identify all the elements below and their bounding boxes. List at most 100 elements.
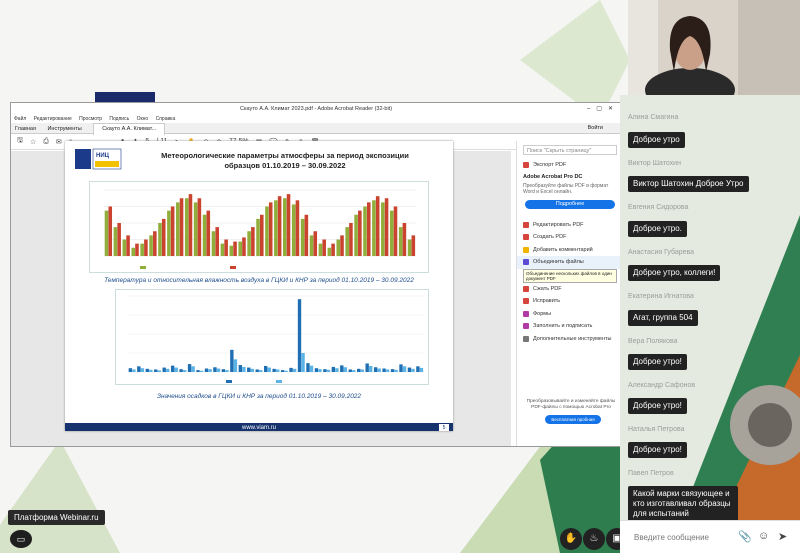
bar: [247, 231, 251, 256]
bar: [345, 227, 349, 256]
menu-help[interactable]: Справка: [156, 116, 176, 122]
caption-precipitation: Значения осадков в ГЦКИ и КНР за период …: [156, 393, 362, 400]
bar: [265, 206, 269, 256]
tab-home[interactable]: Главная: [15, 126, 36, 132]
bar: [284, 370, 288, 372]
bar: [213, 367, 217, 372]
chart-legend: [226, 380, 282, 383]
menu-view[interactable]: Просмотр: [79, 116, 102, 122]
send-icon[interactable]: ➤: [778, 530, 787, 543]
bar: [126, 235, 130, 256]
menu-edit[interactable]: Редактирование: [34, 116, 72, 122]
chat-input[interactable]: Введите сообщение: [634, 533, 709, 542]
bar: [419, 367, 424, 372]
tool-combine-files[interactable]: Объединить файлы: [517, 256, 621, 269]
free-trial-button[interactable]: Бесплатная пробная версия: [545, 415, 601, 431]
bar: [382, 368, 386, 372]
more-button[interactable]: Подробнее: [525, 199, 615, 209]
tab-document[interactable]: Скауто А.А. Климат...: [93, 123, 166, 135]
bar: [170, 206, 175, 256]
chat-message: Виктор Шатохин Доброе Утро: [628, 176, 749, 192]
fill-sign-icon: [523, 323, 529, 330]
precipitation-chart: [115, 289, 429, 385]
temperature-humidity-chart: [89, 181, 429, 273]
bar: [215, 227, 219, 256]
tool-compress[interactable]: Сжать PDF: [517, 283, 621, 296]
tool-create-pdf[interactable]: Создать PDF: [517, 231, 621, 244]
tool-add-comment[interactable]: Добавить комментарий: [517, 244, 621, 257]
chat-author: Вера Полякова: [628, 338, 678, 345]
document-viewport[interactable]: НИЦ Метеорологические параметры атмосфер…: [11, 141, 511, 446]
bar: [357, 368, 361, 372]
bar: [373, 367, 378, 372]
combine-tooltip: Объединение нескольких файлов в один док…: [523, 268, 617, 283]
screen-share-icon[interactable]: ▭: [10, 530, 32, 548]
window-controls[interactable]: –▢✕: [587, 103, 619, 115]
bar: [216, 368, 221, 372]
bar: [393, 206, 398, 256]
bar: [179, 198, 184, 256]
bar: [323, 369, 327, 372]
bar: [167, 210, 171, 256]
bar: [318, 243, 323, 256]
bar: [272, 368, 276, 372]
mail-icon[interactable]: ✉: [56, 138, 62, 146]
bar: [153, 231, 157, 256]
footer-url: www.viam.ru: [241, 425, 276, 431]
bar: [238, 241, 242, 256]
product-name: Adobe Acrobat Pro DC: [523, 173, 583, 180]
tool-forms[interactable]: Формы: [517, 308, 621, 321]
tab-tools[interactable]: Инструменты: [47, 126, 81, 132]
bar: [197, 198, 202, 256]
bar: [191, 366, 195, 372]
attach-icon[interactable]: 📎: [738, 530, 752, 543]
edit-pdf-icon: [523, 221, 529, 228]
tools-search-input[interactable]: Поиск "Скрыть страницу": [523, 145, 617, 155]
emoji-icon[interactable]: ☺: [758, 530, 769, 542]
bar: [327, 247, 332, 256]
slide-title: Метеорологические параметры атмосферы за…: [135, 151, 435, 171]
bar: [411, 235, 416, 256]
chat-author: Екатерина Игнатова: [628, 293, 694, 300]
bar: [157, 370, 161, 372]
hand-raise-icon[interactable]: ✋: [560, 528, 582, 550]
bar: [250, 368, 255, 372]
bar: [170, 365, 175, 372]
menu-sign[interactable]: Подпись: [109, 116, 129, 122]
bar: [256, 218, 260, 256]
bar: [336, 239, 341, 256]
signin-button[interactable]: Войти: [588, 123, 603, 134]
more-tools-icon: [523, 335, 529, 342]
bar: [187, 364, 192, 372]
save-icon[interactable]: 🖫: [17, 136, 23, 147]
bar: [179, 369, 183, 372]
chat-message: Доброе утро: [628, 132, 685, 148]
bar: [224, 239, 228, 256]
promo-text: Преобразуйте файлы PDF в формат Word и E…: [523, 182, 609, 195]
bar: [131, 247, 136, 256]
chat-message: Какой марки связующее и кто изготавливал…: [628, 486, 738, 522]
bar: [204, 368, 209, 372]
bar: [247, 367, 251, 372]
bar: [221, 369, 226, 372]
bookmark-icon[interactable]: ☆: [30, 138, 36, 146]
menu-file[interactable]: Файл: [14, 116, 26, 122]
bar: [411, 368, 415, 372]
tool-fill-sign[interactable]: Заполнить и подписать: [517, 320, 621, 333]
bar: [251, 227, 255, 256]
bar: [340, 365, 344, 372]
tool-more[interactable]: Дополнительные инструменты: [517, 333, 621, 346]
tool-fix[interactable]: Исправить: [517, 295, 621, 308]
menu-window[interactable]: Окно: [137, 116, 149, 122]
export-pdf-item[interactable]: Экспорт PDF: [517, 159, 621, 172]
bar: [348, 369, 352, 372]
fire-icon[interactable]: ♨: [583, 528, 605, 550]
bar: [360, 369, 364, 372]
tool-edit-pdf[interactable]: Редактировать PDF: [517, 219, 621, 232]
print-icon[interactable]: ⎙: [43, 138, 49, 146]
bar: [154, 369, 158, 372]
bar: [238, 365, 243, 372]
bar: [229, 245, 234, 256]
tool-label: Объединить файлы: [533, 259, 584, 266]
tool-label: Добавить комментарий: [533, 246, 593, 253]
